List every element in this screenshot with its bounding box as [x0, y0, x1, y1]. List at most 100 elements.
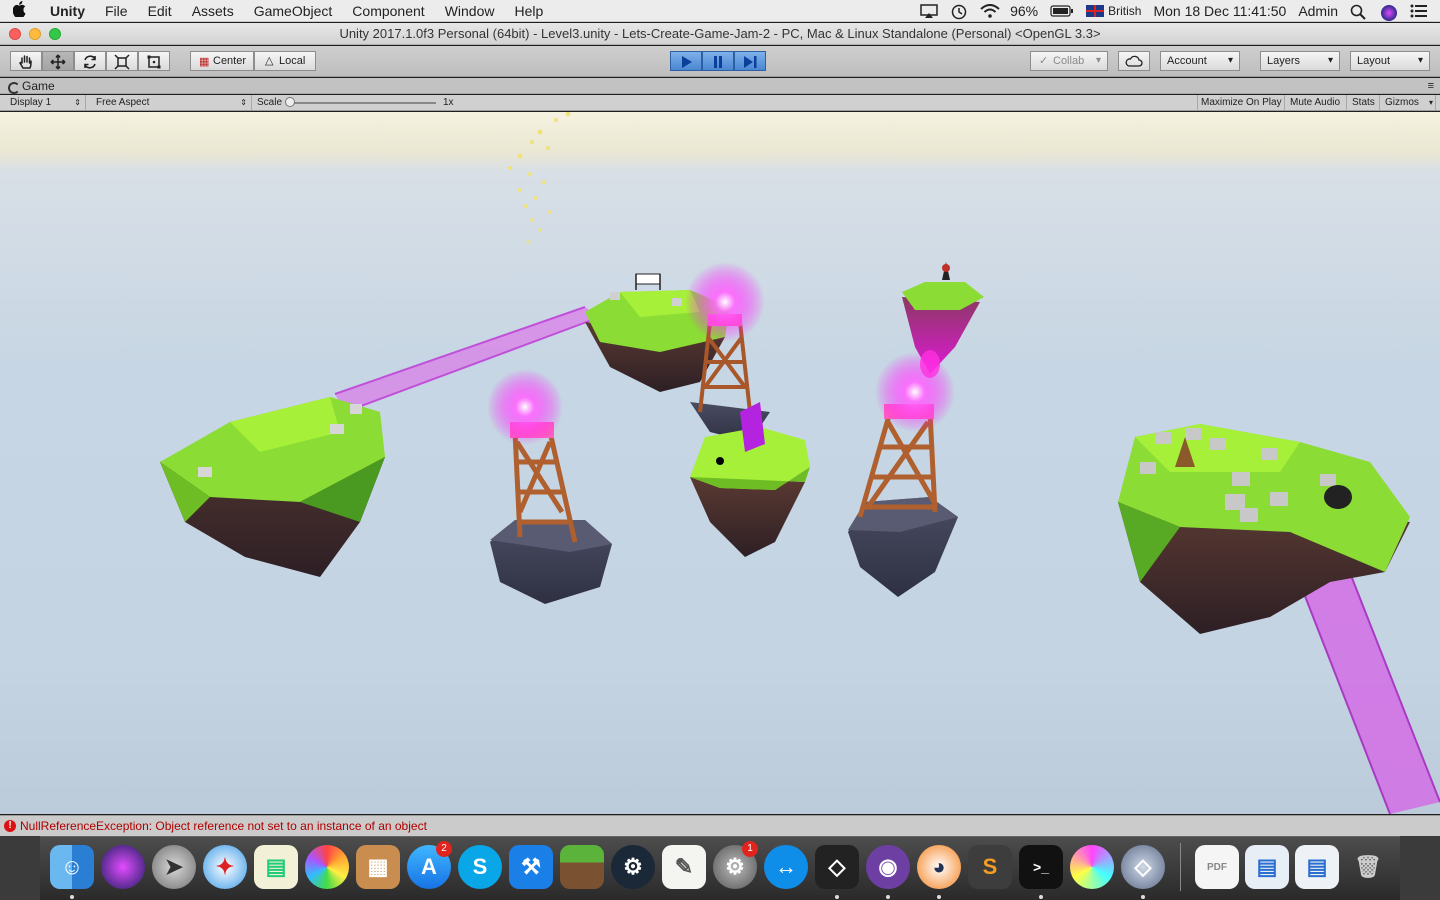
- rect-tool-button[interactable]: [138, 51, 170, 71]
- move-tool-button[interactable]: [42, 51, 74, 71]
- menu-gameobject[interactable]: GameObject: [244, 0, 343, 22]
- menubar-user[interactable]: Admin: [1298, 3, 1338, 19]
- hand-tool-button[interactable]: [10, 51, 42, 71]
- apple-menu-icon[interactable]: [0, 0, 40, 21]
- layers-label: Layers: [1267, 55, 1301, 67]
- menu-file[interactable]: File: [95, 0, 138, 22]
- space-local-toggle[interactable]: △ Local: [254, 51, 316, 71]
- pause-button[interactable]: [702, 51, 734, 71]
- cloud-services-button[interactable]: [1118, 51, 1150, 71]
- sublime-text-icon[interactable]: S: [968, 845, 1012, 889]
- zoom-window-button[interactable]: [49, 28, 61, 40]
- terminal-icon[interactable]: >_: [1019, 845, 1063, 889]
- layout-dropdown[interactable]: Layout: [1350, 51, 1430, 71]
- dock-separator: [1180, 843, 1181, 891]
- github-desktop-icon[interactable]: ◉: [866, 845, 910, 889]
- step-button[interactable]: [734, 51, 766, 71]
- menubar-clock[interactable]: Mon 18 Dec 11:41:50: [1153, 3, 1286, 19]
- menu-help[interactable]: Help: [504, 0, 553, 22]
- rotate-tool-button[interactable]: [74, 51, 106, 71]
- finder-icon[interactable]: ☺: [50, 845, 94, 889]
- dock: ☺ ➤ ✦ ▤ ▦ A 2 S ⚒ ⚙ ✎ ⚙ 1 ↔ ◇ ◉ ◕ S >_ ◇…: [40, 836, 1400, 900]
- tab-game-label: Game: [22, 79, 55, 93]
- beacon-glow-right: [875, 352, 955, 432]
- siri-icon[interactable]: [101, 845, 145, 889]
- layers-dropdown[interactable]: Layers: [1260, 51, 1340, 71]
- pause-icon: [714, 56, 722, 68]
- pivot-center-icon: ▦: [199, 56, 210, 68]
- running-indicator: [1141, 895, 1145, 899]
- battery-icon[interactable]: [1050, 4, 1074, 18]
- steam-icon[interactable]: ⚙: [611, 845, 655, 889]
- pink-flame: [920, 350, 940, 378]
- input-source-menu[interactable]: British: [1086, 4, 1141, 18]
- trash-icon[interactable]: 🗑: [1346, 845, 1390, 889]
- app-store-badge: 2: [436, 841, 452, 857]
- aspect-select[interactable]: Free Aspect ⇕: [90, 95, 252, 110]
- menu-edit[interactable]: Edit: [138, 0, 182, 22]
- time-machine-icon[interactable]: [950, 4, 968, 19]
- calculator-icon[interactable]: ▦: [356, 845, 400, 889]
- skype-icon[interactable]: S: [458, 845, 502, 889]
- panel-menu-icon[interactable]: ≡: [1428, 78, 1434, 94]
- updown-arrows-icon: ⇕: [240, 98, 247, 107]
- space-local-label: Local: [279, 55, 306, 67]
- checkmark-icon: ✓: [1039, 55, 1049, 67]
- menu-assets[interactable]: Assets: [182, 0, 244, 22]
- collab-dropdown[interactable]: ✓ Collab: [1030, 51, 1108, 71]
- menu-component[interactable]: Component: [342, 0, 434, 22]
- window-title-bar[interactable]: Unity 2017.1.0f3 Personal (64bit) - Leve…: [0, 23, 1440, 45]
- play-button[interactable]: [670, 51, 702, 71]
- close-window-button[interactable]: [9, 28, 21, 40]
- particle-stream: [508, 112, 571, 244]
- menu-app-unity[interactable]: Unity: [40, 0, 95, 22]
- pivot-center-toggle[interactable]: ▦ Center: [190, 51, 254, 71]
- downloads-stack-icon[interactable]: ▤: [1295, 845, 1339, 889]
- color-picker-icon[interactable]: [1070, 845, 1114, 889]
- account-dropdown[interactable]: Account: [1160, 51, 1240, 71]
- calendar-icon[interactable]: ▤: [254, 845, 298, 889]
- running-indicator: [937, 895, 941, 899]
- launchpad-icon[interactable]: ➤: [152, 845, 196, 889]
- unity-icon[interactable]: ◇: [815, 845, 859, 889]
- siri-icon[interactable]: [1380, 4, 1398, 21]
- mute-audio-toggle[interactable]: Mute Audio: [1286, 95, 1347, 110]
- maximize-on-play-toggle[interactable]: Maximize On Play: [1197, 95, 1285, 110]
- window-title: Unity 2017.1.0f3 Personal (64bit) - Leve…: [339, 26, 1101, 41]
- textedit-icon[interactable]: ✎: [662, 845, 706, 889]
- console-status-bar[interactable]: ! NullReferenceException: Object referen…: [0, 815, 1440, 836]
- minimize-window-button[interactable]: [29, 28, 41, 40]
- pdf-document-icon[interactable]: PDF: [1195, 845, 1239, 889]
- running-indicator: [1039, 895, 1043, 899]
- stats-toggle[interactable]: Stats: [1348, 95, 1380, 110]
- safari-icon[interactable]: ✦: [203, 845, 247, 889]
- wifi-icon[interactable]: [980, 3, 1000, 18]
- screenshot-stack-icon[interactable]: ▤: [1245, 845, 1289, 889]
- spotlight-search-icon[interactable]: [1350, 4, 1368, 20]
- photos-icon[interactable]: [305, 845, 349, 889]
- tab-game[interactable]: Game: [6, 78, 55, 94]
- game-scene: [160, 112, 1440, 814]
- menu-window[interactable]: Window: [435, 0, 505, 22]
- scale-value: 1x: [443, 97, 454, 108]
- display-select[interactable]: Display 1 ⇕: [4, 95, 86, 110]
- unity-hub-icon[interactable]: ◇: [1121, 845, 1165, 889]
- airplay-icon[interactable]: [920, 3, 938, 18]
- scale-slider-track[interactable]: [290, 102, 436, 104]
- gizmos-label: Gizmos: [1385, 97, 1419, 108]
- game-view-viewport[interactable]: [0, 112, 1440, 814]
- minecraft-icon[interactable]: [560, 845, 604, 889]
- unity-toolbar: ▦ Center △ Local ✓ Collab Account Layers…: [0, 46, 1440, 77]
- scale-slider-handle[interactable]: [285, 97, 295, 107]
- mute-audio-label: Mute Audio: [1290, 97, 1341, 108]
- blender-icon[interactable]: ◕: [917, 845, 961, 889]
- gizmos-dropdown[interactable]: Gizmos ▾: [1381, 95, 1436, 110]
- console-message: NullReferenceException: Object reference…: [20, 819, 427, 833]
- notification-center-icon[interactable]: [1410, 4, 1428, 18]
- aspect-select-value: Free Aspect: [96, 97, 150, 108]
- xcode-icon[interactable]: ⚒: [509, 845, 553, 889]
- scale-tool-button[interactable]: [106, 51, 138, 71]
- teamviewer-icon[interactable]: ↔: [764, 845, 808, 889]
- running-indicator: [886, 895, 890, 899]
- rect-transform-icon: [147, 55, 161, 69]
